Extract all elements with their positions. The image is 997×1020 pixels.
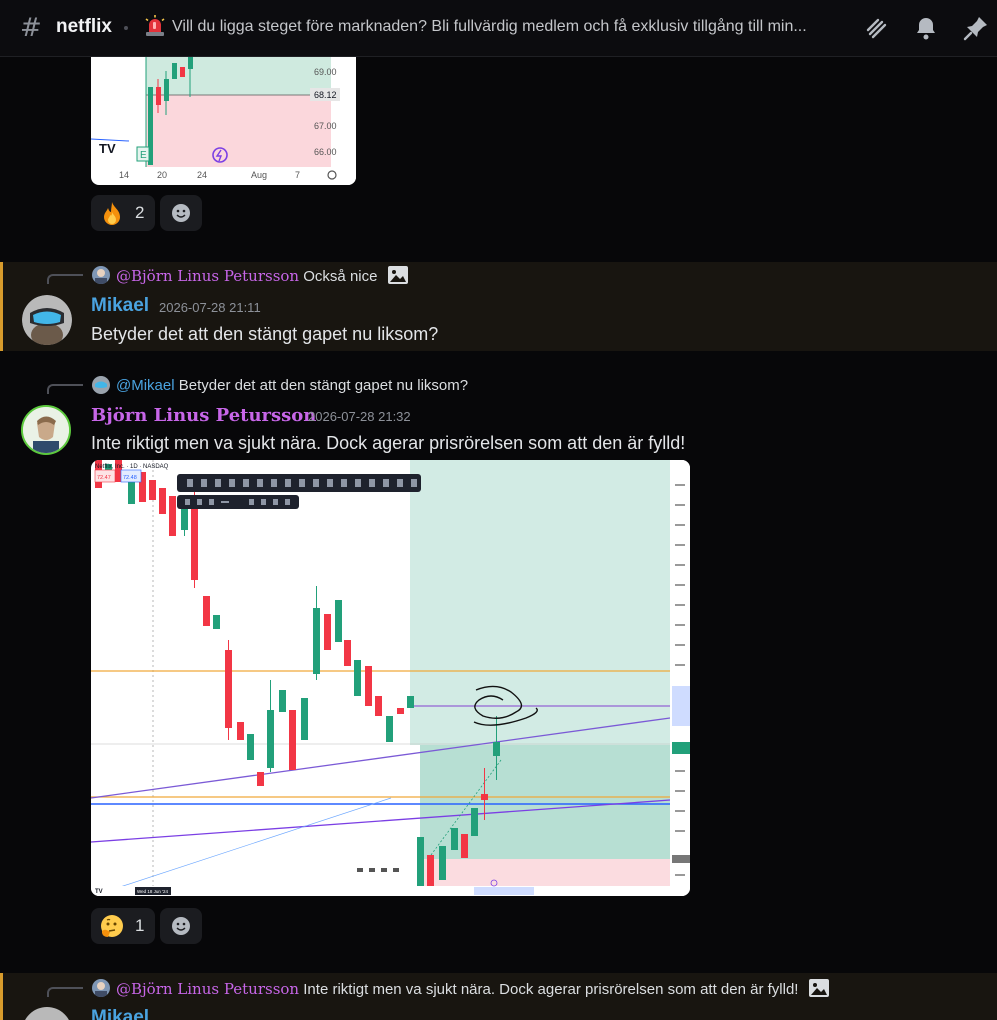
chart-image-top[interactable]: TV E 69.00 68.12 67.00 66.00 14 20 24 Au… bbox=[91, 57, 356, 185]
image-icon bbox=[808, 979, 829, 997]
timestamp[interactable]: 2026-07-28 21:11 bbox=[159, 300, 261, 315]
reply-mention[interactable]: @Björn Linus Petursson bbox=[116, 267, 299, 285]
reaction-fire[interactable]: 2 bbox=[91, 195, 155, 231]
buy-price: 72.48 bbox=[123, 475, 137, 481]
message-text: Inte riktigt men va sjukt nära. Dock age… bbox=[91, 433, 686, 453]
message-text: Betyder det att den stängt gapet nu liks… bbox=[91, 324, 439, 344]
channel-name[interactable]: netflix bbox=[56, 16, 112, 38]
reply-text: Också nice bbox=[303, 268, 378, 285]
reply-preview[interactable]: @Björn Linus Petursson Också nice bbox=[116, 266, 408, 285]
reaction-thinking[interactable]: 1 bbox=[91, 908, 155, 944]
channel-header: # netflix Vill du ligga steget före mark… bbox=[0, 0, 997, 57]
x-label-20: 20 bbox=[157, 170, 167, 180]
chart-title: Netflix, Inc. · 1D · NASDAQ bbox=[95, 464, 169, 470]
reaction-count: 1 bbox=[135, 916, 145, 935]
username-mikael[interactable]: Mikael bbox=[91, 1007, 149, 1020]
reply-avatar bbox=[92, 266, 110, 284]
smiley-icon bbox=[172, 204, 190, 222]
price-label-67: 67.00 bbox=[314, 121, 337, 131]
rotating-light-icon bbox=[145, 15, 165, 36]
date-marker: Wed 18 Jun '24 bbox=[137, 889, 169, 894]
channel-topic[interactable]: Vill du ligga steget före marknaden? Bli… bbox=[172, 18, 852, 36]
netflix-chart-plot: Netflix, Inc. · 1D · NASDAQ 72.47 72.48 … bbox=[91, 460, 690, 896]
timestamp[interactable]: 2026-07-28 21:32 bbox=[308, 409, 411, 424]
reply-preview[interactable]: @Mikael Betyder det att den stängt gapet… bbox=[116, 377, 468, 394]
reply-avatar bbox=[92, 979, 110, 997]
message-mikael-1: @Björn Linus Petursson Också nice Mikael… bbox=[0, 262, 997, 351]
image-icon bbox=[387, 266, 408, 284]
chart-image-netflix[interactable]: Netflix, Inc. · 1D · NASDAQ 72.47 72.48 … bbox=[91, 460, 690, 896]
price-label-6812: 68.12 bbox=[314, 90, 337, 100]
pin-icon[interactable] bbox=[962, 14, 990, 42]
svg-text:TV: TV bbox=[95, 889, 103, 895]
reply-text: Inte riktigt men va sjukt nära. Dock age… bbox=[303, 981, 799, 998]
x-label-14: 14 bbox=[119, 170, 129, 180]
threads-icon[interactable] bbox=[862, 14, 890, 42]
message-mikael-2: @Björn Linus Petursson Inte riktigt men … bbox=[0, 973, 997, 1020]
x-label-24: 24 bbox=[197, 170, 207, 180]
username-mikael[interactable]: Mikael bbox=[91, 295, 149, 317]
earnings-marker: E bbox=[140, 150, 147, 161]
reply-mention[interactable]: @Mikael bbox=[116, 377, 175, 394]
x-label-7: 7 bbox=[295, 170, 300, 180]
avatar-mikael[interactable] bbox=[22, 295, 72, 345]
reply-connector bbox=[47, 987, 83, 997]
x-label-aug: Aug bbox=[251, 170, 267, 180]
top-chart-logo: TV bbox=[99, 141, 116, 156]
price-label-69: 69.00 bbox=[314, 67, 337, 77]
reply-text: Betyder det att den stängt gapet nu liks… bbox=[178, 377, 469, 394]
top-chart-plot: TV E 69.00 68.12 67.00 66.00 14 20 24 Au… bbox=[91, 57, 356, 185]
reply-connector bbox=[47, 384, 83, 394]
separator-dot bbox=[124, 26, 128, 30]
avatar-mikael[interactable] bbox=[22, 1007, 72, 1020]
username-bjorn[interactable]: Björn Linus Petursson bbox=[91, 405, 316, 426]
sell-price: 72.47 bbox=[97, 475, 111, 481]
add-reaction-button[interactable] bbox=[160, 908, 202, 944]
hashtag-icon: # bbox=[20, 13, 42, 43]
thinking-face-icon bbox=[101, 915, 123, 937]
reply-preview[interactable]: @Björn Linus Petursson Inte riktigt men … bbox=[116, 979, 829, 998]
price-label-66: 66.00 bbox=[314, 147, 337, 157]
smiley-icon bbox=[172, 917, 190, 935]
reaction-count: 2 bbox=[135, 203, 145, 222]
avatar-bjorn[interactable] bbox=[21, 405, 71, 455]
reply-connector bbox=[47, 274, 83, 284]
fire-icon bbox=[104, 202, 120, 225]
bell-icon[interactable] bbox=[912, 14, 940, 42]
reply-avatar bbox=[92, 376, 110, 394]
reply-mention[interactable]: @Björn Linus Petursson bbox=[116, 980, 299, 998]
add-reaction-button[interactable] bbox=[160, 195, 202, 231]
